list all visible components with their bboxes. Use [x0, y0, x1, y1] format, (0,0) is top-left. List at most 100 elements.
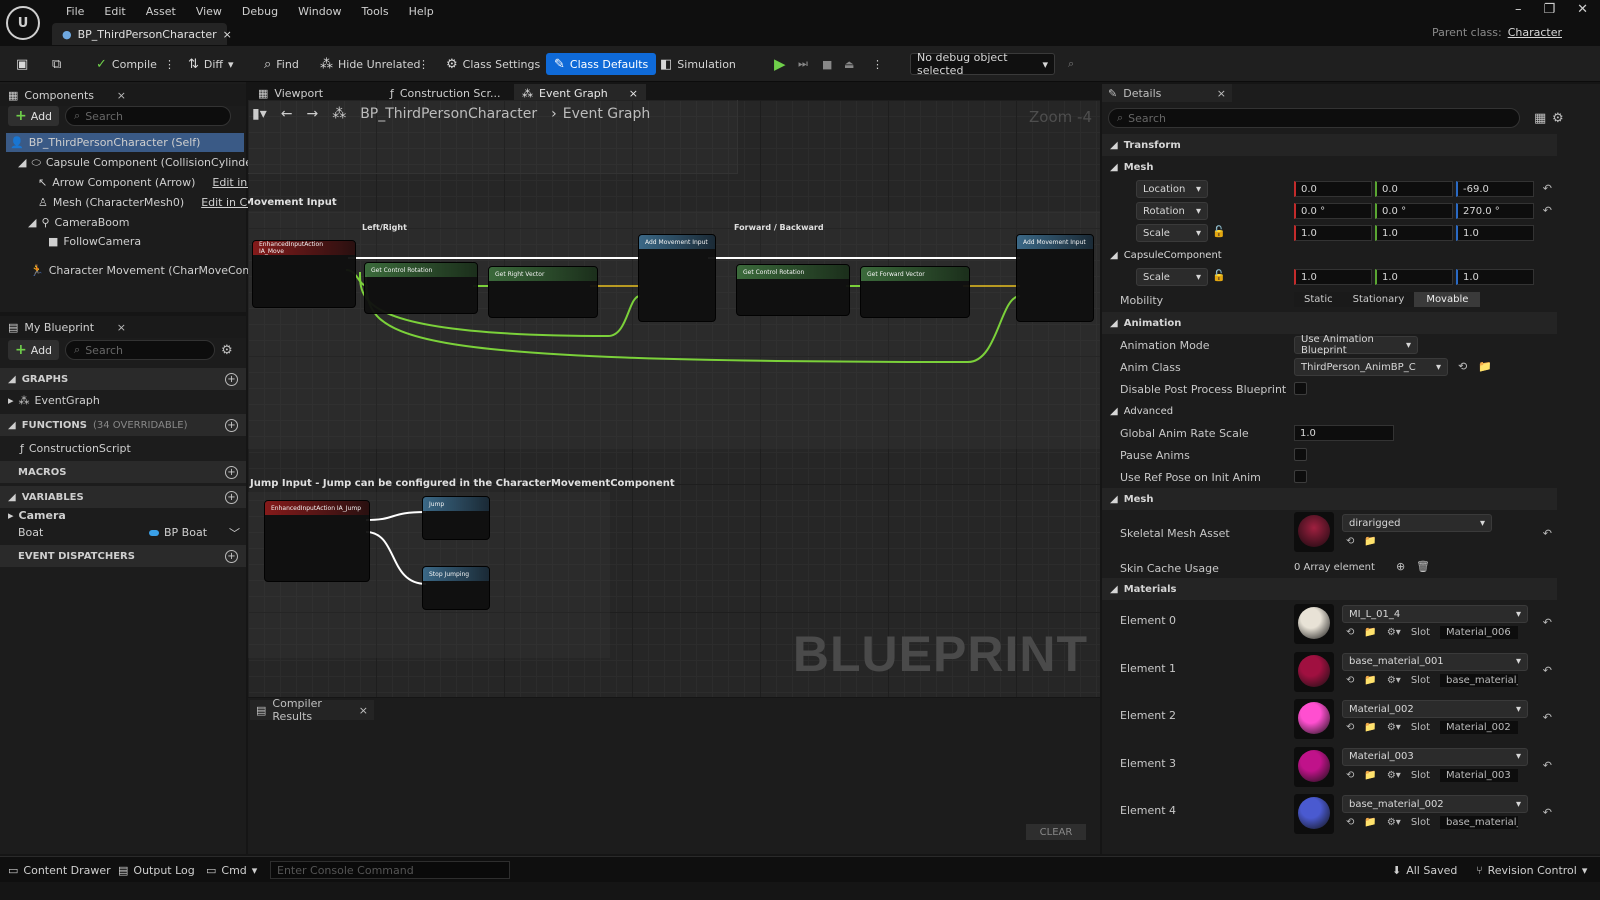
close-icon[interactable]: × [223, 28, 232, 41]
options-icon[interactable]: ⚙▾ [1387, 770, 1401, 781]
anim-class-select[interactable]: ThirdPerson_AnimBP_C ▾ [1294, 358, 1448, 376]
chevron-down-icon[interactable]: ﹀ [229, 525, 240, 541]
restore-icon[interactable]: ❐ [1543, 2, 1555, 17]
console-input[interactable]: Enter Console Command [270, 861, 510, 879]
compile-options-icon[interactable]: ⋮ [160, 53, 179, 75]
scale-x-input[interactable]: 1.0 [1294, 225, 1372, 241]
browse-folder-icon[interactable]: 📁 [1364, 627, 1376, 638]
add-component-button[interactable]: + Add [8, 106, 60, 126]
location-mode-select[interactable]: Location ▾ [1136, 180, 1208, 198]
details-tab[interactable]: ✎ Details × [1102, 84, 1232, 102]
clear-button[interactable]: CLEAR [1026, 824, 1086, 840]
component-arrow[interactable]: ↖ Arrow Component (Arrow) Edit in C++ [38, 173, 277, 192]
component-followcamera[interactable]: ■ FollowCamera [48, 232, 141, 251]
content-drawer-button[interactable]: ▭ Content Drawer [8, 862, 111, 878]
capsule-scale-z-input[interactable]: 1.0 [1456, 269, 1534, 285]
browse-folder-icon[interactable]: 📁 [1364, 722, 1376, 733]
scale-mode-select[interactable]: Scale ▾ [1136, 224, 1208, 242]
scale-y-input[interactable]: 1.0 [1375, 225, 1453, 241]
browse-folder-icon[interactable]: 📁 [1364, 675, 1376, 686]
unreal-logo-icon[interactable]: U [6, 6, 40, 40]
rotation-x-input[interactable]: 0.0 ° [1294, 203, 1372, 219]
eject-button[interactable]: ⏏ [840, 53, 858, 75]
close-icon[interactable]: × [1217, 87, 1226, 100]
mobility-stationary[interactable]: Stationary [1342, 291, 1415, 307]
pause-anims-checkbox[interactable] [1294, 448, 1307, 461]
material-thumbnail[interactable] [1294, 651, 1334, 692]
reset-icon[interactable]: ↶ [1543, 806, 1552, 819]
compiler-results-tab[interactable]: ▤ Compiler Results × [250, 697, 374, 723]
options-icon[interactable]: ⚙▾ [1387, 627, 1401, 638]
use-selected-icon[interactable]: ⟲ [1346, 817, 1354, 828]
component-self[interactable]: 👤 BP_ThirdPersonCharacter (Self) [6, 133, 244, 152]
menu-file[interactable]: File [56, 5, 94, 18]
variables-section[interactable]: ◢ VARIABLES + [0, 486, 246, 508]
section-animation[interactable]: ◢ Animation [1102, 312, 1557, 334]
component-mesh[interactable]: ♙ Mesh (CharacterMesh0) Edit in C++ [38, 193, 266, 212]
debug-object-select[interactable]: No debug object selected ▾ [910, 51, 1055, 77]
node-stop-jumping[interactable]: Stop Jumping [422, 566, 490, 610]
section-advanced[interactable]: ◢ Advanced [1102, 400, 1557, 422]
components-search-input[interactable]: ⌕ Search [65, 106, 232, 126]
save-button[interactable]: ▣ [12, 53, 32, 75]
add-macro-icon[interactable]: + [225, 465, 238, 479]
use-selected-icon[interactable]: ⟲ [1346, 722, 1354, 733]
node-jump[interactable]: Jump [422, 496, 490, 540]
cmd-select[interactable]: ▭ Cmd ▾ [206, 862, 257, 878]
material-select[interactable]: base_material_002 ▾ [1342, 795, 1528, 813]
add-dispatcher-icon[interactable]: + [225, 549, 238, 563]
blueprint-search-input[interactable]: ⌕ Search [65, 340, 216, 360]
capsule-scale-mode-select[interactable]: Scale ▾ [1136, 268, 1208, 286]
node-get-right-vector[interactable]: Get Right Vector [488, 266, 598, 318]
hide-options-icon[interactable]: ⋮ [414, 53, 433, 75]
output-log-button[interactable]: ▤ Output Log [118, 862, 195, 878]
node-get-control-rotation[interactable]: Get Control Rotation [364, 262, 478, 314]
lock-icon[interactable]: 🔓 [1212, 269, 1226, 282]
browse-button[interactable]: ⧉ [48, 53, 65, 75]
graphs-section[interactable]: ◢ GRAPHS + [0, 368, 246, 390]
class-defaults-button[interactable]: ✎ Class Defaults [546, 53, 657, 75]
play-button[interactable]: ▶ [770, 53, 790, 75]
material-thumbnail[interactable] [1294, 604, 1334, 644]
add-element-icon[interactable]: ⊕ [1396, 560, 1405, 573]
variable-boat[interactable]: Boat BP Boat ﹀ [18, 523, 240, 542]
browse-folder-icon[interactable]: 📁 [1364, 817, 1376, 828]
use-selected-icon[interactable]: ⟲ [1346, 675, 1354, 686]
reset-icon[interactable]: ↶ [1543, 711, 1552, 724]
options-icon[interactable]: ⚙▾ [1387, 722, 1401, 733]
options-icon[interactable]: ⚙▾ [1387, 675, 1401, 686]
mobility-static[interactable]: Static [1294, 291, 1343, 307]
stop-button[interactable]: ■ [818, 53, 836, 75]
scale-z-input[interactable]: 1.0 [1456, 225, 1534, 241]
diff-button[interactable]: ⇅ Diff ▾ [184, 53, 238, 75]
skeletal-mesh-select[interactable]: dirarigged ▾ [1342, 514, 1492, 532]
menu-window[interactable]: Window [288, 5, 351, 18]
mobility-movable[interactable]: Movable [1414, 291, 1481, 307]
document-tab[interactable]: ● BP_ThirdPersonCharacter × [52, 23, 232, 45]
location-z-input[interactable]: -69.0 [1456, 181, 1534, 197]
location-y-input[interactable]: 0.0 [1375, 181, 1453, 197]
node-get-control-rotation-2[interactable]: Get Control Rotation [736, 264, 850, 316]
function-constructionscript[interactable]: ƒ ConstructionScript [20, 439, 131, 458]
section-transform[interactable]: ◢ Transform [1102, 134, 1557, 156]
menu-view[interactable]: View [186, 5, 232, 18]
gear-icon[interactable]: ⚙ [1552, 111, 1564, 126]
compile-button[interactable]: ✓ Compile [92, 53, 161, 75]
skeletal-mesh-thumbnail[interactable] [1294, 512, 1334, 552]
close-window-icon[interactable]: ✕ [1577, 2, 1588, 17]
component-charmove[interactable]: 🏃 Character Movement (CharMoveComp) [30, 261, 264, 280]
add-graph-icon[interactable]: + [225, 372, 238, 386]
revision-control-button[interactable]: ⑂ Revision Control ▾ [1476, 862, 1587, 878]
reset-icon[interactable]: ↶ [1543, 759, 1552, 772]
close-icon[interactable]: × [629, 87, 638, 100]
section-mesh[interactable]: ◢ Mesh [1102, 156, 1557, 178]
section-capsule[interactable]: ◢ CapsuleComponent [1102, 244, 1557, 266]
find-button[interactable]: ⌕ Find [260, 53, 303, 75]
global-rate-input[interactable]: 1.0 [1294, 425, 1394, 441]
menu-asset[interactable]: Asset [136, 5, 186, 18]
node-ia-jump[interactable]: EnhancedInputAction IA_Jump [264, 500, 370, 582]
add-variable-icon[interactable]: + [225, 490, 238, 504]
component-cameraboom[interactable]: ◢ ⚲ CameraBoom [28, 213, 129, 232]
material-select[interactable]: Material_003 ▾ [1342, 747, 1528, 766]
close-icon[interactable]: × [117, 321, 126, 334]
